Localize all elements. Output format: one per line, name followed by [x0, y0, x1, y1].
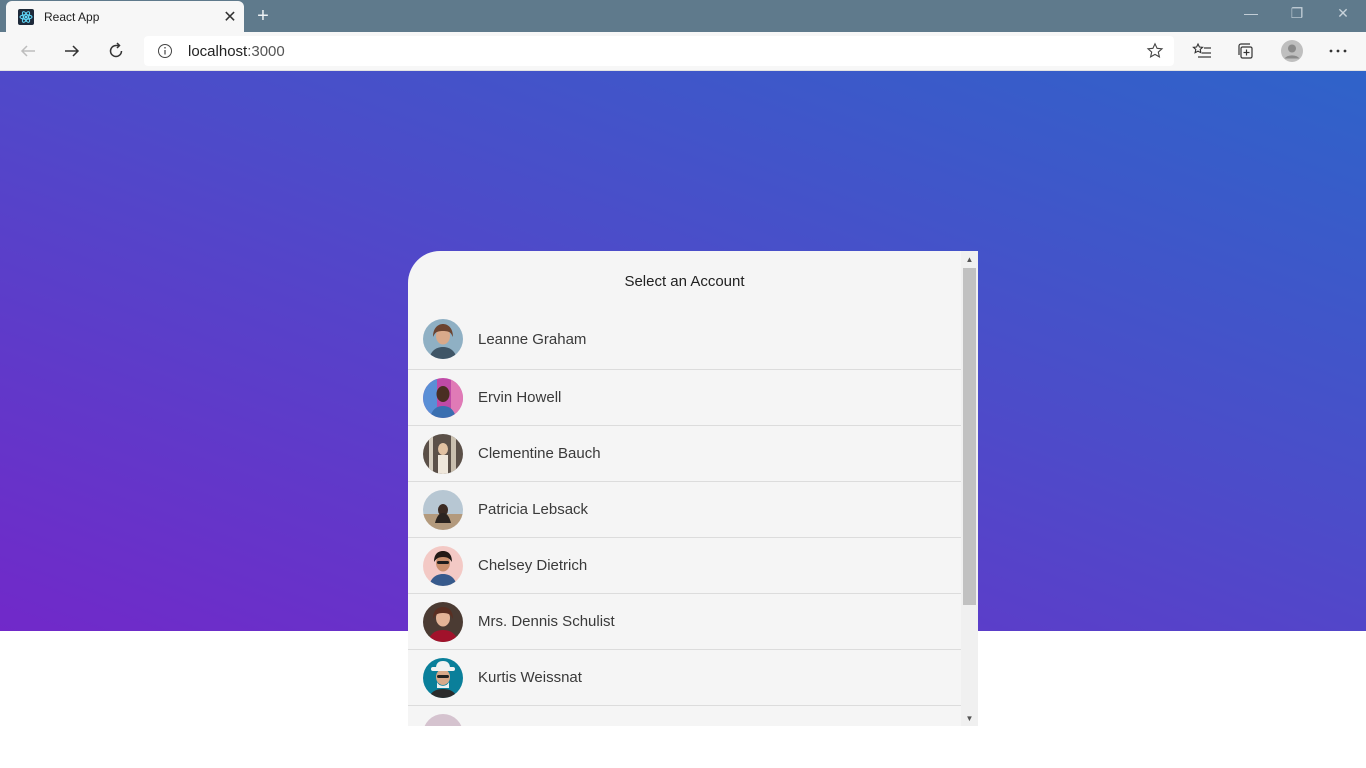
account-row[interactable]: Clementine Bauch: [408, 426, 961, 482]
account-name: Ervin Howell: [478, 389, 562, 406]
account-row[interactable]: Chelsey Dietrich: [408, 538, 961, 594]
account-name: Mrs. Dennis Schulist: [478, 613, 615, 630]
star-icon[interactable]: [1146, 42, 1164, 60]
account-name: Chelsey Dietrich: [478, 557, 588, 574]
back-button[interactable]: [10, 34, 46, 68]
refresh-icon: [109, 42, 123, 58]
collections-button[interactable]: [1228, 34, 1264, 68]
browser-toolbar: localhost:3000: [0, 32, 1366, 71]
favorites-list-icon: [1192, 42, 1211, 58]
browser-titlebar: React App ✕ + — ❐ ✕: [0, 0, 1366, 32]
account-row[interactable]: Leanne Graham: [408, 309, 961, 370]
account-row[interactable]: Mrs. Dennis Schulist: [408, 594, 961, 650]
url-text[interactable]: localhost:3000: [188, 43, 285, 60]
address-bar[interactable]: localhost:3000: [144, 36, 1174, 66]
more-options-button[interactable]: [1320, 34, 1356, 68]
avatar: [423, 657, 463, 698]
collections-icon: [1238, 43, 1253, 59]
url-port: :3000: [247, 42, 285, 60]
avatar: [423, 319, 463, 359]
panel-title: Select an Account: [624, 273, 745, 290]
account-row[interactable]: Kurtis Weissnat: [408, 650, 961, 706]
scrollbar-thumb[interactable]: [963, 268, 976, 605]
panel-scrollbar[interactable]: ▲ ▼: [961, 251, 978, 726]
avatar: [423, 713, 463, 726]
forward-arrow-icon: [65, 45, 80, 57]
avatar: [423, 489, 463, 530]
account-selector-panel: Select an Account Leanne Graham Ervin Ho…: [408, 251, 978, 726]
url-host: localhost: [188, 42, 248, 60]
close-tab-icon[interactable]: ✕: [216, 3, 244, 31]
scroll-up-arrow-icon[interactable]: ▲: [961, 251, 978, 267]
back-arrow-icon: [20, 45, 35, 57]
avatar: [423, 545, 463, 586]
close-window-button[interactable]: ✕: [1320, 0, 1366, 26]
account-list: Leanne Graham Ervin Howell Clementine Ba…: [408, 309, 961, 726]
account-name: Leanne Graham: [478, 330, 587, 348]
profile-avatar-icon: [1281, 40, 1303, 62]
scroll-down-arrow-icon[interactable]: ▼: [961, 710, 978, 726]
avatar: [423, 377, 463, 418]
forward-button[interactable]: [54, 34, 90, 68]
refresh-button[interactable]: [98, 34, 134, 68]
browser-tab[interactable]: React App ✕: [6, 1, 244, 32]
info-icon[interactable]: [157, 43, 173, 59]
account-row[interactable]: Patricia Lebsack: [408, 482, 961, 538]
account-name: Clementine Bauch: [478, 445, 601, 462]
account-name: Kurtis Weissnat: [478, 669, 582, 686]
react-atom-icon: [18, 8, 34, 25]
minimize-button[interactable]: —: [1228, 0, 1274, 26]
account-row[interactable]: [408, 706, 961, 726]
account-row[interactable]: Ervin Howell: [408, 370, 961, 426]
avatar: [423, 433, 463, 474]
avatar: [423, 601, 463, 642]
new-tab-button[interactable]: +: [250, 3, 276, 29]
favorites-button[interactable]: [1184, 34, 1220, 68]
more-options-icon: [1329, 49, 1347, 53]
tab-title: React App: [44, 9, 100, 24]
account-name: Patricia Lebsack: [478, 501, 589, 518]
restore-button[interactable]: ❐: [1274, 0, 1320, 26]
profile-button[interactable]: [1274, 34, 1310, 68]
